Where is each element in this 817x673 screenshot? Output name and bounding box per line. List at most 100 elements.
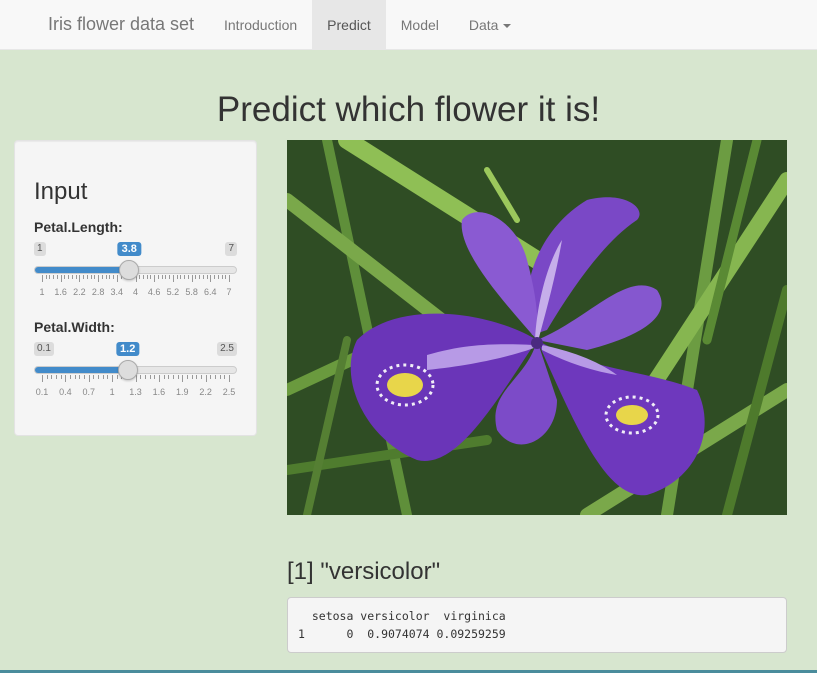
slider-tick — [172, 375, 174, 379]
slider-tick-label: 1 — [109, 387, 115, 397]
output-row-line: 1 0 0.9074074 0.09259259 — [298, 627, 506, 641]
slider-tick — [116, 275, 118, 282]
petal-length-slider[interactable]: 1 7 3.8 1 1.6 2.2 2.8 3.4 4 4.6 5.2 5.8 6.4 7 — [34, 242, 237, 312]
slider-fill — [35, 367, 129, 373]
slider-tick — [113, 275, 115, 279]
slider-tick — [187, 275, 189, 279]
slider-tick — [90, 275, 92, 279]
slider-tick — [177, 375, 179, 379]
slider-tick — [51, 375, 53, 379]
tab-model-label: Model — [400, 17, 439, 33]
slider-tick — [219, 375, 221, 379]
tab-model[interactable]: Model — [386, 0, 454, 50]
slider-tick — [93, 375, 95, 379]
slider-tick-label: 5.8 — [185, 287, 198, 297]
slider-tick — [200, 375, 202, 379]
slider-handle[interactable] — [119, 260, 140, 280]
slider-tick-label: 2.5 — [222, 387, 236, 397]
slider-tick — [182, 375, 184, 382]
slider-min-label: 0.1 — [34, 342, 54, 356]
slider-tick — [154, 375, 156, 379]
tab-predict-label: Predict — [327, 17, 371, 33]
tab-introduction[interactable]: Introduction — [209, 0, 312, 50]
slider-value-label: 1.2 — [116, 342, 140, 356]
navbar: Iris flower data set Introduction Predic… — [0, 0, 817, 50]
page-title: Predict which flower it is! — [216, 90, 601, 129]
slider-tick — [84, 375, 86, 379]
slider-tick-label: 4.6 — [147, 287, 161, 297]
iris-flower-photo — [287, 140, 787, 515]
slider-tick — [83, 275, 85, 279]
slider-tick — [53, 275, 55, 279]
slider-tick — [45, 275, 47, 279]
navbar-brand[interactable]: Iris flower data set — [48, 14, 194, 35]
slider-tick — [206, 275, 208, 279]
slider-tick — [46, 375, 48, 379]
slider-tick — [144, 375, 146, 379]
slider-handle[interactable] — [117, 360, 138, 380]
slider-tick-label: 0.1 — [35, 387, 49, 397]
output-header-line: setosa versicolor virginica — [298, 609, 506, 623]
slider-tick — [105, 275, 107, 279]
slider-tick — [149, 375, 151, 379]
slider-tick — [163, 375, 165, 379]
slider-tick — [139, 275, 141, 279]
slider-tick — [195, 275, 197, 279]
slider-tick — [225, 275, 227, 279]
slider-tick-label: 7 — [226, 287, 232, 297]
slider-tick — [158, 375, 160, 382]
slider-tick — [180, 275, 182, 279]
slider-tick — [74, 375, 76, 379]
slider-tick — [107, 375, 109, 379]
slider-tick — [60, 375, 62, 379]
slider-tick — [150, 275, 152, 279]
slider-tick — [75, 275, 77, 279]
slider-tick — [109, 275, 111, 279]
slider-tick-label: 2.8 — [91, 287, 105, 297]
slider-tick — [65, 375, 67, 382]
slider-tick-label: 3.4 — [110, 287, 124, 297]
slider-tick-label: 1 — [39, 287, 45, 297]
slider-tick — [217, 275, 219, 279]
slider-tick — [157, 275, 159, 279]
slider-tick — [56, 375, 58, 379]
slider-tick — [42, 375, 43, 382]
slider-tick-label: 1.6 — [152, 387, 166, 397]
slider-tick — [79, 275, 81, 282]
slider-tick — [224, 375, 226, 379]
input-panel: Input Petal.Length: 1 7 3.8 1 1.6 2.2 2.8 3.… — [14, 140, 257, 436]
petal-width-label: Petal.Width: — [34, 319, 115, 335]
slider-tick — [176, 275, 178, 279]
slider-tick — [196, 375, 198, 379]
slider-tick — [172, 275, 174, 282]
slider-tick-label: 6.4 — [204, 287, 217, 297]
slider-tick-label: 0.4 — [59, 387, 72, 397]
slider-min-label: 1 — [34, 242, 46, 256]
tab-predict[interactable]: Predict — [312, 0, 386, 50]
slider-tick — [186, 375, 188, 379]
caret-down-icon — [503, 24, 512, 29]
slider-tick — [169, 275, 171, 279]
slider-tick — [154, 275, 156, 282]
slider-tick-label: 2.2 — [199, 387, 212, 397]
slider-tick — [210, 375, 212, 379]
probability-output: setosa versicolor virginica 1 0 0.907407… — [287, 597, 787, 653]
slider-tick — [112, 375, 114, 382]
nav-tabs: Introduction Predict Model Data — [209, 0, 526, 50]
slider-tick — [98, 275, 100, 282]
slider-tick — [71, 275, 73, 279]
slider-tick — [161, 275, 163, 279]
slider-tick — [70, 375, 72, 379]
slider-tick — [42, 275, 43, 282]
petal-length-label: Petal.Length: — [34, 219, 123, 235]
slider-tick-label: 5.2 — [166, 287, 180, 297]
tab-introduction-label: Introduction — [224, 17, 298, 33]
petal-width-slider[interactable]: 0.1 2.5 1.2 0.1 0.4 0.7 1 1.3 1.6 1.9 2.2 2.5 — [34, 342, 237, 412]
slider-tick — [202, 275, 204, 279]
slider-tick — [214, 275, 216, 279]
slider-tick-label: 4 — [132, 287, 139, 297]
input-heading: Input — [34, 178, 88, 205]
slider-tick — [210, 275, 212, 282]
tab-data-dropdown[interactable]: Data — [454, 0, 527, 50]
slider-tick — [60, 275, 62, 282]
